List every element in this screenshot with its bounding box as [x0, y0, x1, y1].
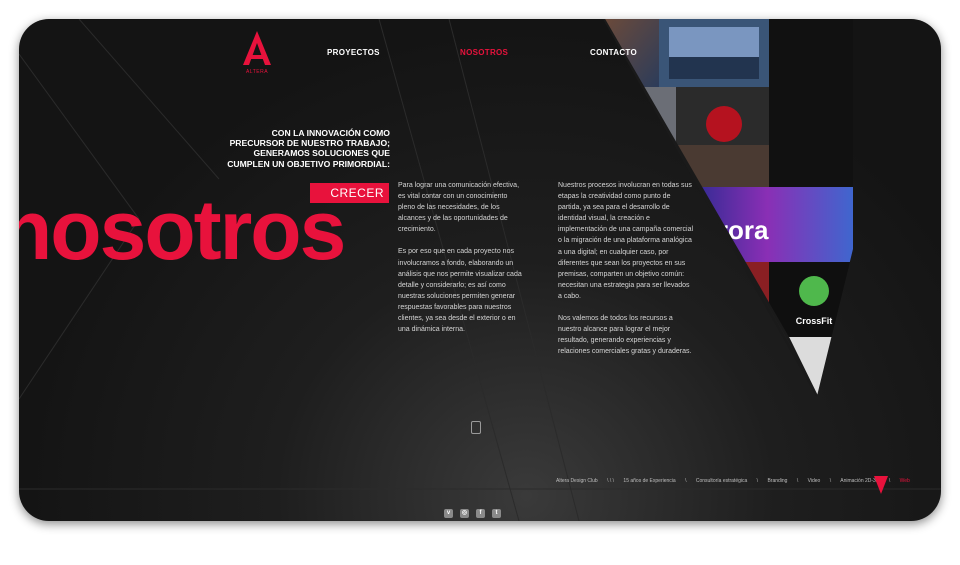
footer-link-consultoria[interactable]: Consultoría estratégica — [696, 478, 747, 484]
text-column-2: Nuestros procesos involucran en todas su… — [558, 180, 694, 368]
intro-statement: CON LA INNOVACIÓN COMO PRECURSOR DE NUES… — [227, 128, 390, 169]
brand-name: ALTERA — [245, 69, 269, 75]
footer-separator: \ — [756, 478, 759, 484]
altera-logo-icon — [243, 31, 271, 65]
text-column-1: Para lograr una comunicación efectiva, e… — [398, 180, 526, 346]
brand-logo[interactable]: ALTERA — [241, 29, 273, 83]
twitter-icon[interactable]: t — [492, 509, 501, 518]
browser-viewport: urora CrossFit ALTERA PROYECTOS NOSOTROS… — [19, 19, 941, 521]
footer-separator: \ — [829, 478, 832, 484]
footer-item: 15 años de Experiencia — [623, 478, 676, 484]
nav-proyectos[interactable]: PROYECTOS — [327, 48, 380, 57]
page-title: nosotros — [19, 183, 346, 277]
footer-separator: \ — [888, 478, 891, 484]
footer-item: Altera Design Club — [556, 478, 598, 484]
footer-separator: \ — [685, 478, 687, 484]
paragraph: Nos valemos de todos los recursos a nues… — [558, 315, 692, 356]
footer-separator: \ — [796, 478, 799, 484]
project-tile-cards-white[interactable] — [774, 337, 859, 399]
nav-nosotros[interactable]: NOSOTROS — [460, 48, 508, 57]
footer-accent-triangle-icon — [874, 476, 888, 494]
project-tile-stationery[interactable] — [599, 87, 676, 187]
instagram-icon[interactable]: ◎ — [460, 509, 469, 518]
nav-contacto[interactable]: CONTACTO — [590, 48, 637, 57]
footer-link-web[interactable]: Web — [900, 478, 910, 484]
footer-separator: \ \ \ — [607, 478, 615, 484]
paragraph: Es por eso que en cada proyecto nos invo… — [398, 248, 522, 334]
aurora-tile-label: urora — [702, 215, 769, 245]
footer-link-branding[interactable]: Branding — [767, 478, 787, 484]
facebook-icon[interactable]: f — [476, 509, 485, 518]
vimeo-icon[interactable]: v — [444, 509, 453, 518]
paragraph: Nuestros procesos involucran en todas su… — [558, 182, 694, 300]
footer-services: Altera Design Club \ \ \ 15 años de Expe… — [556, 478, 918, 484]
scroll-indicator-icon[interactable] — [471, 421, 481, 434]
paragraph: Para lograr una comunicación efectiva, e… — [398, 182, 520, 234]
crossfit-tile-label: CrossFit — [796, 316, 833, 326]
footer-link-video[interactable]: Video — [808, 478, 821, 484]
